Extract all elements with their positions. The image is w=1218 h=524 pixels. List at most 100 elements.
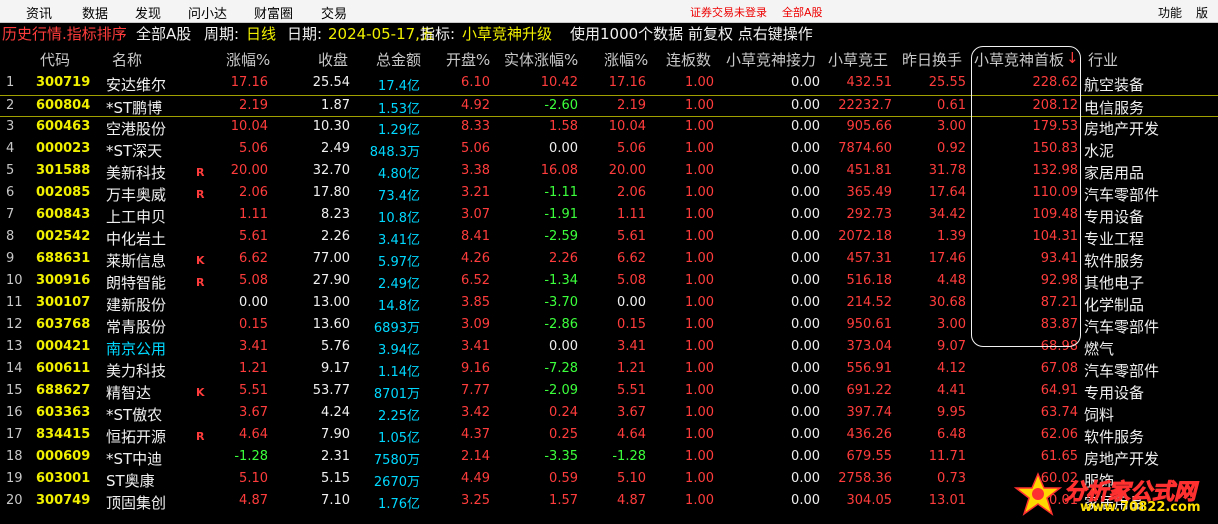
prev-turnover: 4.41 <box>937 383 966 398</box>
table-row[interactable]: 18 000609 *ST中迪 -1.28 2.31 7580万 2.14 -3.35 -1.2… <box>0 447 1218 469</box>
stock-code: 603768 <box>36 317 91 332</box>
open-pct: 3.85 <box>461 295 490 310</box>
close-price: 7.10 <box>321 493 350 508</box>
menu-ask-xiaoda[interactable]: 问小达 <box>188 3 227 22</box>
table-row[interactable]: 2 600804 *ST鹏博 2.19 1.87 1.53亿 4.92 -2.60 2.19 1.… <box>0 95 1218 117</box>
total-amount: 2.25亿 <box>378 409 420 424</box>
king-value: 7874.60 <box>838 141 892 156</box>
table-row[interactable]: 10 300916 朗特智能 R 5.08 27.90 2.49亿 6.52 -1.34 5.08… <box>0 271 1218 293</box>
change-pct-2: -1.28 <box>612 449 646 464</box>
col-turnover[interactable]: 昨日换手 <box>902 49 962 70</box>
table-row[interactable]: 6 002085 万丰奥威 R 2.06 17.80 73.4亿 3.21 -1.11 2.06 1… <box>0 183 1218 205</box>
menu-wealth-circle[interactable]: 财富圈 <box>254 3 293 22</box>
table-row[interactable]: 12 603768 常青股份 0.15 13.60 6893万 3.09 -2.86 0.15 1… <box>0 315 1218 337</box>
table-row[interactable]: 17 834415 恒拓开源 R 4.64 7.90 1.05亿 4.37 0.25 4.64 1.… <box>0 425 1218 447</box>
col-pct[interactable]: 涨幅% <box>226 49 270 70</box>
menu-function[interactable]: 功能 <box>1158 4 1182 21</box>
row-index: 5 <box>6 163 15 178</box>
market-label[interactable]: 全部A股 <box>782 4 823 20</box>
industry: 汽车零部件 <box>1084 186 1160 204</box>
table-row[interactable]: 13 000421 南京公用 3.41 5.76 3.94亿 3.41 0.00 3.41 1.0… <box>0 337 1218 359</box>
board-count: 1.00 <box>685 141 714 156</box>
body-pct: 0.00 <box>549 141 578 156</box>
prev-turnover: 0.73 <box>937 471 966 486</box>
prev-turnover: 17.64 <box>928 185 966 200</box>
change-pct: -1.28 <box>234 449 268 464</box>
board-count: 1.00 <box>685 493 714 508</box>
menu-data[interactable]: 数据 <box>82 3 108 22</box>
change-pct-2: 5.51 <box>617 383 646 398</box>
date-value: 2024-05-17,五 <box>328 25 435 43</box>
col-close[interactable]: 收盘 <box>318 49 348 70</box>
col-name[interactable]: 名称 <box>112 49 142 70</box>
menu-trade[interactable]: 交易 <box>321 3 347 22</box>
change-pct-2: 5.08 <box>617 273 646 288</box>
table-row[interactable]: 7 600843 上工申贝 1.11 8.23 10.8亿 3.07 -1.91 1.11 1.0… <box>0 205 1218 227</box>
close-price: 13.60 <box>312 317 350 332</box>
board-count: 1.00 <box>685 207 714 222</box>
open-pct: 3.38 <box>461 163 490 178</box>
close-price: 1.87 <box>321 98 350 113</box>
login-status[interactable]: 证券交易未登录 <box>690 4 767 20</box>
first-board-value: 179.53 <box>1032 119 1079 134</box>
king-value: 365.49 <box>846 185 893 200</box>
col-code[interactable]: 代码 <box>40 49 70 70</box>
table-row[interactable]: 14 600611 美力科技 1.21 9.17 1.14亿 9.16 -7.28 1.21 1.… <box>0 359 1218 381</box>
relay-value: 0.00 <box>791 229 820 244</box>
table-row[interactable]: 9 688631 莱斯信息 K 6.62 77.00 5.97亿 4.26 2.26 6.62 1.… <box>0 249 1218 271</box>
open-pct: 6.52 <box>461 273 490 288</box>
change-pct-2: 1.11 <box>617 207 646 222</box>
total-amount: 10.8亿 <box>378 211 420 226</box>
stock-name: 莱斯信息 <box>106 252 167 270</box>
open-pct: 4.26 <box>461 251 490 266</box>
col-boards[interactable]: 连板数 <box>666 49 711 70</box>
menu-discover[interactable]: 发现 <box>135 3 161 22</box>
change-pct-2: 1.21 <box>617 361 646 376</box>
stock-code: 600611 <box>36 361 91 376</box>
industry: 房地产开发 <box>1084 450 1160 468</box>
king-value: 292.73 <box>846 207 893 222</box>
table-row[interactable]: 4 000023 *ST深天 5.06 2.49 848.3万 5.06 0.00 5.06 1.… <box>0 139 1218 161</box>
close-price: 27.90 <box>312 273 350 288</box>
row-index: 19 <box>6 471 23 486</box>
watermark: 分析家公式网 www.70822.com <box>1010 472 1214 518</box>
col-first-board[interactable]: 小草竞神首板 <box>974 49 1064 70</box>
col-open-pct[interactable]: 开盘% <box>446 49 490 70</box>
indicator-label: 指标: <box>420 25 456 43</box>
stock-name: 中化岩土 <box>106 230 167 248</box>
industry: 专业工程 <box>1084 230 1145 248</box>
table-row[interactable]: 1 300719 安达维尔 17.16 25.54 17.4亿 6.10 10.42 17.16… <box>0 73 1218 95</box>
change-pct: 0.00 <box>239 295 268 310</box>
col-industry[interactable]: 行业 <box>1088 49 1118 70</box>
close-price: 7.90 <box>321 427 350 442</box>
total-amount: 17.4亿 <box>378 79 420 94</box>
open-pct: 3.42 <box>461 405 490 420</box>
change-pct-2: 0.00 <box>617 295 646 310</box>
change-pct: 3.67 <box>239 405 268 420</box>
board-count: 1.00 <box>685 405 714 420</box>
table-row[interactable]: 3 600463 空港股份 10.04 10.30 1.29亿 8.33 1.58 10.04 1… <box>0 117 1218 139</box>
table-row[interactable]: 11 300107 建新股份 0.00 13.00 14.8亿 3.85 -3.70 0.00 1… <box>0 293 1218 315</box>
col-body-pct[interactable]: 实体涨幅% <box>504 49 578 70</box>
menu-news[interactable]: 资讯 <box>26 3 52 22</box>
table-row[interactable]: 5 301588 美新科技 R 20.00 32.70 4.80亿 3.38 16.08 20.0… <box>0 161 1218 183</box>
col-amount[interactable]: 总金额 <box>376 49 421 70</box>
first-board-value: 87.21 <box>1040 295 1078 310</box>
board-count: 1.00 <box>685 427 714 442</box>
col-king[interactable]: 小草竞王 <box>828 49 888 70</box>
col-relay[interactable]: 小草竞神接力 <box>726 49 816 70</box>
stock-code: 603001 <box>36 471 91 486</box>
board-count: 1.00 <box>685 119 714 134</box>
prev-turnover: 6.48 <box>937 427 966 442</box>
body-pct: -1.11 <box>544 185 578 200</box>
table-row[interactable]: 16 603363 *ST傲农 3.67 4.24 2.25亿 3.42 0.24 3.67 1.… <box>0 403 1218 425</box>
stock-flag: R <box>196 276 205 289</box>
first-board-value: 68.98 <box>1040 339 1078 354</box>
prev-turnover: 11.71 <box>928 449 966 464</box>
stock-name: 朗特智能 <box>106 274 167 292</box>
table-row[interactable]: 15 688627 精智达 K 5.51 53.77 8701万 7.77 -2.09 5.51 1… <box>0 381 1218 403</box>
table-row[interactable]: 8 002542 中化岩土 5.61 2.26 3.41亿 8.41 -2.59 5.61 1.0… <box>0 227 1218 249</box>
king-value: 950.61 <box>846 317 893 332</box>
king-value: 432.51 <box>846 75 893 90</box>
col-pct2[interactable]: 涨幅% <box>604 49 648 70</box>
